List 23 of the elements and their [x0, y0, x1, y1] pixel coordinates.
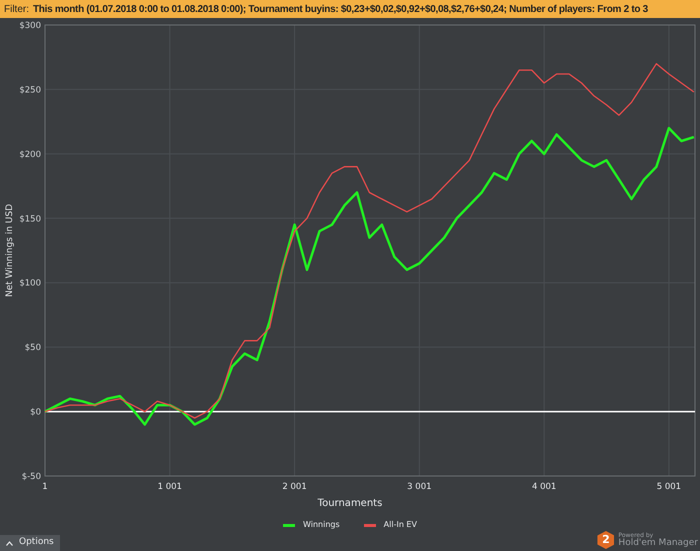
y-axis-title: Net Winnings in USD: [5, 204, 15, 298]
y-tick-label: $250: [19, 85, 41, 96]
filter-label: Filter:: [4, 2, 29, 16]
y-tick-label: $300: [19, 21, 41, 31]
y-tick-label: $150: [19, 214, 41, 224]
legend-label: Winnings: [303, 519, 340, 531]
caret-up-icon: [6, 540, 13, 546]
x-axis-title: Tournaments: [318, 497, 382, 511]
legend-label: All-In EV: [384, 519, 417, 531]
x-tick-label: 1 001: [158, 482, 182, 492]
x-tick-label: 4 001: [532, 482, 556, 492]
y-tick-label: $-50: [22, 472, 41, 482]
x-tick-label: 2 001: [282, 482, 307, 492]
y-tick-label: $0: [30, 408, 41, 418]
y-tick-label: $100: [19, 278, 41, 289]
options-button[interactable]: Options: [0, 535, 60, 551]
x-tick-label: 1: [42, 482, 48, 492]
y-tick-label: $50: [24, 343, 41, 354]
x-tick-label: 3 001: [407, 482, 432, 492]
x-tick-label: 5 001: [656, 482, 682, 492]
y-tick-label: $200: [19, 150, 41, 160]
brand-name: Hold'em Manager: [618, 538, 698, 548]
filter-text: This month (01.07.2018 0:00 to 01.08.2018 0:00); Tournament buyins: $0,23+$0,02,$0,92+$0,08,$2,76+$0,24; Number of players: From 2 to 3: [33, 2, 648, 16]
